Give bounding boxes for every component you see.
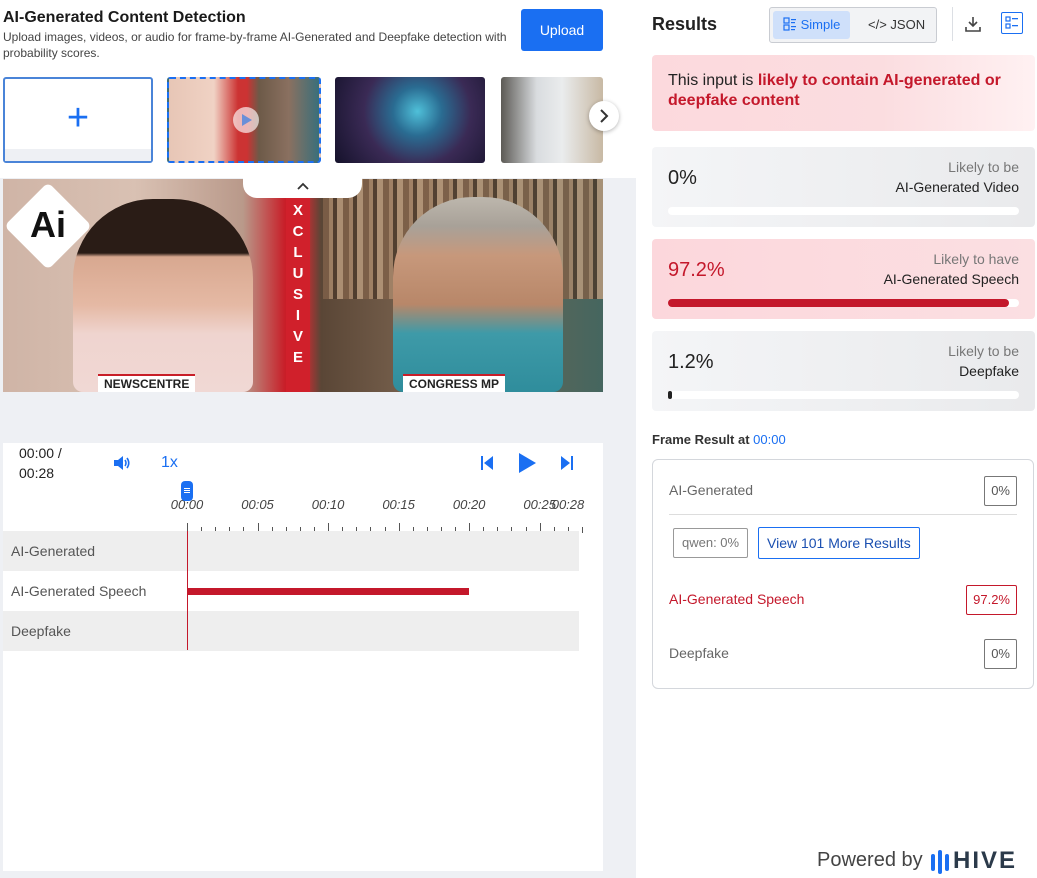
- frame-time: 00:00: [753, 432, 786, 447]
- powered-by-label: Powered by: [817, 849, 923, 871]
- track-deepfake: Deepfake: [3, 611, 579, 651]
- score-track: [668, 207, 1019, 215]
- time-current: 00:00 /: [19, 445, 62, 461]
- qwen-chip: qwen: 0%: [673, 528, 749, 558]
- page-title: AI-Generated Content Detection: [3, 9, 246, 26]
- guest-figure: [393, 197, 563, 392]
- track-ai-generated-speech: AI-Generated Speech: [3, 571, 579, 611]
- toolbar-divider: [952, 7, 953, 41]
- tick-label: 00:05: [241, 497, 274, 512]
- score-category: AI-Generated Video: [895, 179, 1020, 195]
- list-icon: [783, 17, 796, 31]
- thumbnail-newsroom-video[interactable]: [167, 77, 321, 163]
- timeline-ruler: 00:00 00:05 00:10 00:15 00:20 00:25 00:28: [171, 497, 585, 533]
- view-toggle: Simple </> JSON: [769, 7, 937, 43]
- hive-logo-icon: [931, 850, 949, 874]
- track-label: Deepfake: [11, 623, 71, 639]
- frame-label-text: Frame Result at: [652, 432, 750, 447]
- panel-layout-icon[interactable]: [1001, 12, 1023, 34]
- results-title: Results: [652, 14, 718, 34]
- score-caption: Likely to be: [948, 343, 1019, 359]
- timeline[interactable]: 00:00 00:05 00:10 00:15 00:20 00:25 00:28 AI-G…: [3, 481, 603, 871]
- score-fill: [668, 391, 673, 399]
- score-track: [668, 299, 1019, 307]
- view-simple-button[interactable]: Simple: [773, 11, 851, 39]
- playhead-handle[interactable]: [181, 481, 193, 501]
- chevron-right-icon[interactable]: [589, 101, 619, 131]
- frame-deepfake-label: Deepfake: [669, 645, 729, 661]
- verdict-prefix: This input is: [668, 72, 758, 89]
- playback-speed[interactable]: 1x: [161, 454, 178, 472]
- verdict-banner: This input is likely to contain AI-gener…: [652, 55, 1035, 131]
- time-display: 00:00 / 00:28: [19, 443, 62, 483]
- chevron-up-icon: [296, 182, 309, 190]
- presenter-figure: [73, 199, 253, 392]
- results-panel: Results Simple </> JSON This input is li…: [636, 0, 1037, 878]
- newscentre-tag: NEWSCENTRE: [98, 374, 196, 392]
- frame-ai-generated-label: AI-Generated: [669, 482, 754, 498]
- score-value: 97.2%: [668, 259, 725, 281]
- skip-forward-icon[interactable]: [560, 455, 574, 471]
- tick-label: 00:15: [382, 497, 415, 512]
- view-more-results-button[interactable]: View 101 More Results: [758, 527, 920, 559]
- score-card-deepfake: 1.2% Likely to be Deepfake: [652, 331, 1035, 411]
- score-card-ai-speech: 97.2% Likely to have AI-Generated Speech: [652, 239, 1035, 319]
- frame-result-box: AI-Generated 0% qwen: 0% View 101 More R…: [652, 459, 1034, 689]
- thumbnail-interior-image[interactable]: [501, 77, 603, 163]
- add-media-tile[interactable]: +: [3, 77, 153, 163]
- thumbnail-strip: +: [3, 77, 603, 163]
- download-icon[interactable]: [964, 15, 982, 33]
- skip-back-icon[interactable]: [480, 455, 494, 471]
- player-controls: 00:00 / 00:28 1x: [3, 443, 603, 483]
- video-preview[interactable]: EXCLUSIVE NEWSCENTRE CONGRESS MP: [3, 179, 603, 392]
- score-category: AI-Generated Speech: [883, 271, 1019, 287]
- thumbnail-cyberpunk-image[interactable]: [335, 77, 485, 163]
- frame-speech-label: AI-Generated Speech: [669, 591, 805, 607]
- play-icon: [233, 107, 259, 133]
- media-header: AI-Generated Content Detection Upload im…: [0, 0, 636, 178]
- hive-brand-text: HIVE: [953, 847, 1018, 874]
- tick-label: 00:10: [311, 497, 345, 512]
- frame-deepfake-value: 0%: [984, 639, 1017, 669]
- upload-button[interactable]: Upload: [521, 9, 603, 51]
- score-category: Deepfake: [959, 363, 1019, 379]
- score-fill: [668, 299, 1010, 307]
- frame-ai-generated-value: 0%: [984, 476, 1017, 506]
- speech-segment-bar[interactable]: [187, 588, 470, 595]
- congress-mp-tag: CONGRESS MP: [403, 374, 506, 392]
- frame-speech-value: 97.2%: [966, 585, 1017, 615]
- left-panel: AI-Generated Content Detection Upload im…: [0, 0, 636, 878]
- collapse-tab[interactable]: [243, 178, 362, 198]
- plus-icon: +: [66, 97, 90, 140]
- frame-divider: [669, 514, 1017, 515]
- track-label: AI-Generated: [11, 543, 96, 559]
- score-caption: Likely to have: [933, 251, 1019, 267]
- ai-badge-icon: Ai: [30, 204, 66, 245]
- track-ai-generated: AI-Generated: [3, 531, 579, 571]
- tick-mark: [582, 527, 583, 533]
- frame-result-label: Frame Result at 00:00: [652, 432, 786, 447]
- page-subtitle: Upload images, videos, or audio for fram…: [3, 30, 507, 60]
- volume-icon[interactable]: [113, 455, 131, 471]
- score-value: 0%: [668, 167, 697, 189]
- score-value: 1.2%: [668, 351, 714, 373]
- tick-label: 00:20: [452, 497, 486, 512]
- score-track: [668, 391, 1019, 399]
- view-simple-label: Simple: [800, 17, 841, 32]
- track-label: AI-Generated Speech: [11, 583, 147, 599]
- play-icon[interactable]: [516, 451, 538, 475]
- tick-label: 00:28: [551, 497, 585, 512]
- exclusive-banner: EXCLUSIVE: [286, 179, 310, 392]
- time-total: 00:28: [19, 465, 55, 481]
- view-json-button[interactable]: </> JSON: [858, 11, 935, 39]
- score-card-ai-video: 0% Likely to be AI-Generated Video: [652, 147, 1035, 227]
- score-caption: Likely to be: [948, 159, 1019, 175]
- playhead-line: [187, 531, 188, 650]
